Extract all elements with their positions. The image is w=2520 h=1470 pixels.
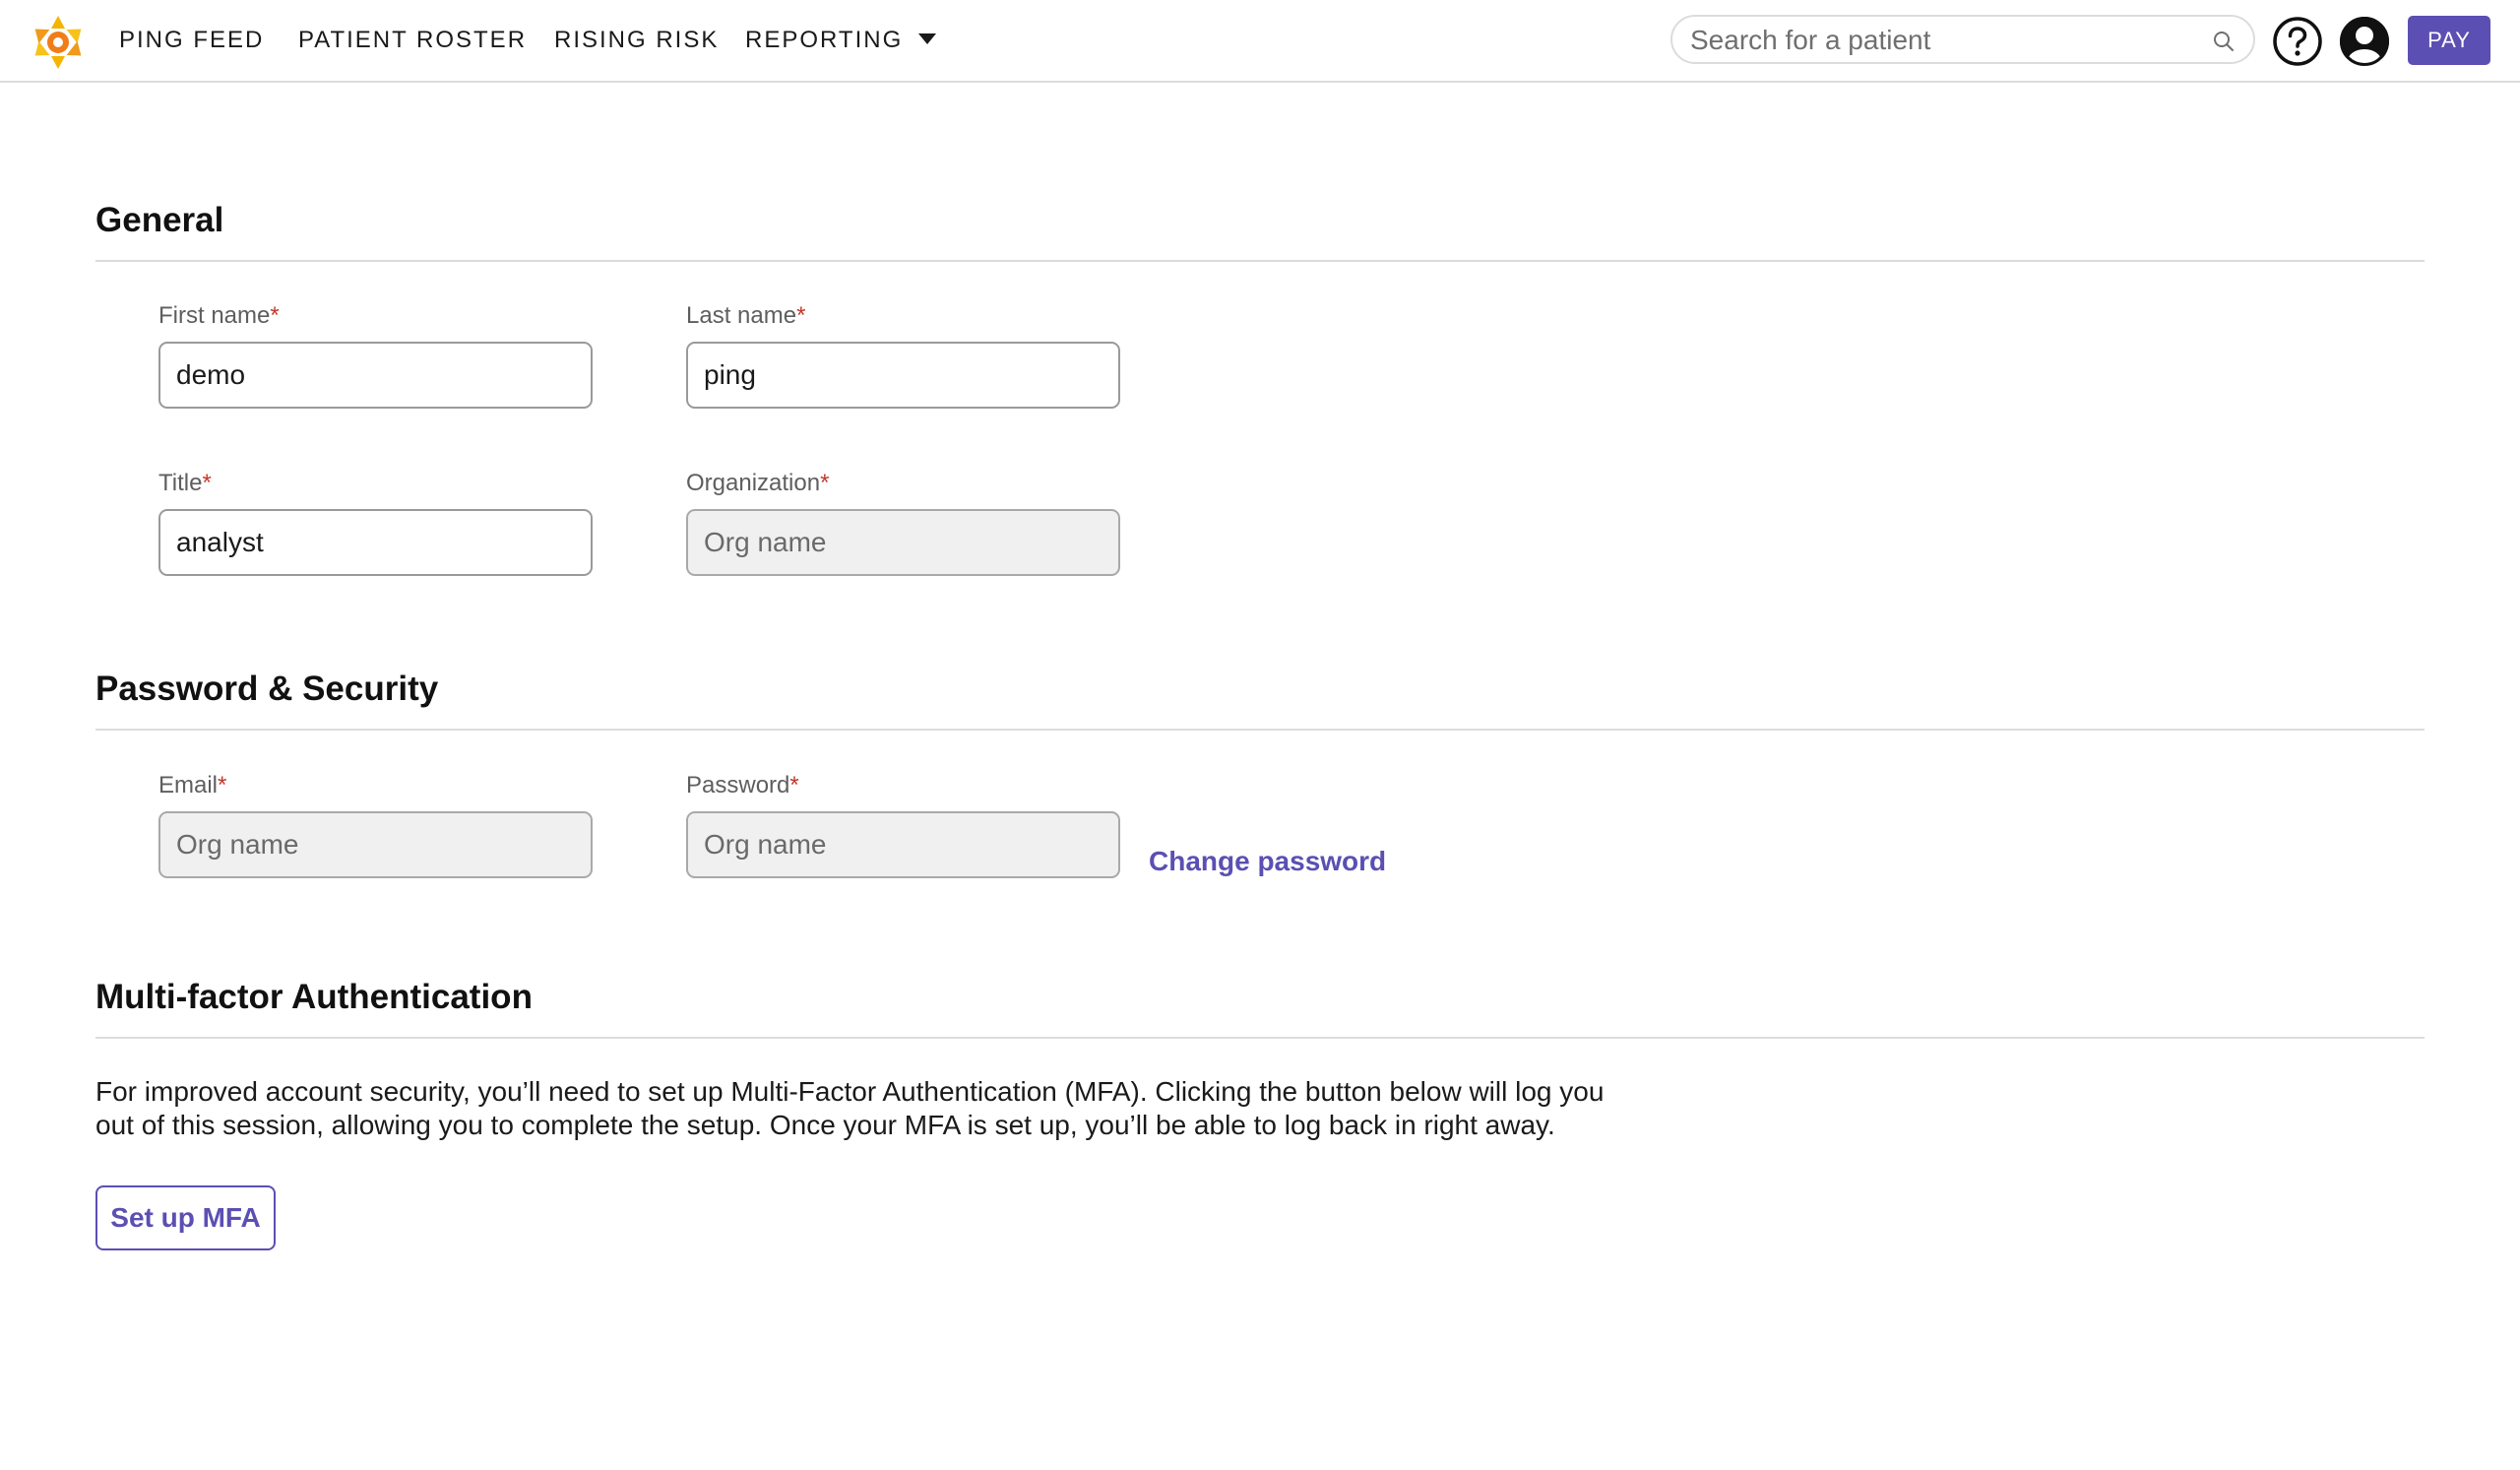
mfa-description-line-2: out of this session, allowing you to com… — [95, 1110, 1555, 1140]
caret-down-icon — [918, 33, 937, 45]
mfa-divider — [95, 1037, 2425, 1039]
search-input[interactable] — [1690, 23, 2182, 58]
mfa-description-line-1: For improved account security, you’ll ne… — [95, 1076, 1605, 1107]
patient-search — [1670, 15, 2255, 64]
mfa-section-title: Multi-factor Authentication — [95, 978, 533, 1016]
security-divider — [95, 729, 2425, 731]
password-label: Password* — [686, 772, 799, 799]
pay-button[interactable]: PAY — [2408, 16, 2490, 65]
user-avatar-icon[interactable] — [2339, 16, 2390, 67]
nav-rising-risk[interactable]: RISING RISK — [554, 26, 719, 55]
search-icon[interactable] — [2212, 30, 2236, 53]
last-name-label: Last name* — [686, 302, 806, 329]
mfa-description: For improved account security, you’ll ne… — [95, 1075, 1690, 1142]
email-label: Email* — [158, 772, 227, 799]
nav-reporting-label: REPORTING — [745, 27, 904, 53]
general-section-title: General — [95, 201, 224, 239]
general-divider — [95, 260, 2425, 262]
organization-label: Organization* — [686, 470, 830, 496]
title-field[interactable] — [158, 509, 593, 576]
first-name-label: First name* — [158, 302, 280, 329]
first-name-field[interactable] — [158, 342, 593, 409]
title-label: Title* — [158, 470, 212, 496]
nav-ping-feed[interactable]: PING FEED — [119, 26, 264, 55]
change-password-link[interactable]: Change password — [1149, 845, 1386, 878]
nav-reporting[interactable]: REPORTING — [745, 26, 937, 55]
setup-mfa-button[interactable]: Set up MFA — [95, 1185, 276, 1250]
help-icon[interactable] — [2272, 16, 2323, 67]
top-nav-bar: PING FEED PATIENT ROSTER RISING RISK REP… — [0, 0, 2520, 83]
nav-patient-roster[interactable]: PATIENT ROSTER — [298, 26, 527, 55]
password-field — [686, 811, 1120, 878]
email-field — [158, 811, 593, 878]
ping-logo-icon[interactable] — [30, 14, 87, 71]
last-name-field[interactable] — [686, 342, 1120, 409]
organization-field — [686, 509, 1120, 576]
security-section-title: Password & Security — [95, 670, 439, 708]
